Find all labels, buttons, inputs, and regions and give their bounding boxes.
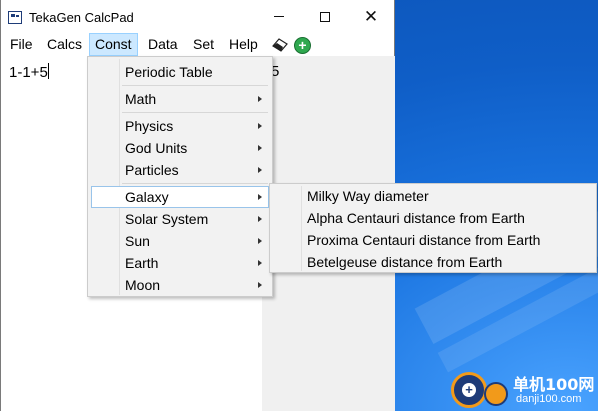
menu-item-label: Physics <box>125 118 174 134</box>
menu-item-label: Math <box>125 91 157 107</box>
close-icon: ✕ <box>363 7 379 26</box>
menu-item-label: God Units <box>125 140 188 156</box>
menu-separator <box>122 85 268 86</box>
menu-item-particles[interactable]: Particles <box>91 159 269 181</box>
menu-separator <box>122 112 268 113</box>
eraser-icon[interactable] <box>272 38 288 52</box>
add-icon[interactable]: + <box>294 37 311 54</box>
minimize-icon <box>274 16 284 17</box>
submenu-arrow-icon <box>258 238 262 244</box>
const-dropdown-menu: Periodic Table Math Physics God Units Pa… <box>87 56 273 297</box>
submenu-arrow-icon <box>258 216 262 222</box>
watermark-logo-icon <box>484 382 508 406</box>
minimize-button[interactable] <box>256 0 302 33</box>
menu-item-solar-system[interactable]: Solar System <box>91 208 269 230</box>
menu-set[interactable]: Set <box>188 33 219 56</box>
window-title: TekaGen CalcPad <box>29 10 134 25</box>
menu-item-label: Galaxy <box>125 189 169 205</box>
watermark-title: 单机100网 <box>513 375 595 394</box>
close-button[interactable]: ✕ <box>348 0 394 33</box>
submenu-arrow-icon <box>258 123 262 129</box>
menu-item-label: Earth <box>125 255 159 271</box>
menu-item-sun[interactable]: Sun <box>91 230 269 252</box>
menu-item-label: Particles <box>125 162 179 178</box>
menu-item-label: Moon <box>125 277 161 293</box>
watermark-plus-icon: + <box>462 383 476 397</box>
menu-calcs[interactable]: Calcs <box>42 33 87 56</box>
menu-icon-gutter <box>301 186 302 271</box>
menu-item-earth[interactable]: Earth <box>91 252 269 274</box>
galaxy-submenu: Milky Way diameter Alpha Centauri distan… <box>269 183 597 273</box>
submenu-item-proxima-centauri[interactable]: Proxima Centauri distance from Earth <box>307 232 540 248</box>
menu-item-moon[interactable]: Moon <box>91 274 269 296</box>
text-caret <box>47 63 49 79</box>
editor-content: 1-1+5 <box>9 63 49 81</box>
menu-data[interactable]: Data <box>143 33 183 56</box>
menu-item-label: Solar System <box>125 211 209 227</box>
menu-item-galaxy[interactable]: Galaxy <box>91 186 269 208</box>
maximize-button[interactable] <box>302 0 348 33</box>
menu-item-label: Periodic Table <box>125 64 213 80</box>
submenu-arrow-icon <box>258 145 262 151</box>
menu-item-physics[interactable]: Physics <box>91 115 269 137</box>
menu-item-god-units[interactable]: God Units <box>91 137 269 159</box>
submenu-arrow-icon <box>258 167 262 173</box>
menu-const[interactable]: Const <box>89 33 138 56</box>
menu-separator <box>122 183 268 184</box>
submenu-arrow-icon <box>258 260 262 266</box>
menu-item-periodic-table[interactable]: Periodic Table <box>91 61 269 83</box>
watermark-logo-icon: + <box>451 372 487 408</box>
menu-item-math[interactable]: Math <box>91 88 269 110</box>
menu-item-label: Sun <box>125 233 150 249</box>
submenu-item-alpha-centauri[interactable]: Alpha Centauri distance from Earth <box>307 210 525 226</box>
submenu-arrow-icon <box>258 282 262 288</box>
menu-help[interactable]: Help <box>224 33 263 56</box>
title-bar[interactable]: TekaGen CalcPad ✕ <box>1 0 394 33</box>
submenu-arrow-icon <box>258 96 262 102</box>
watermark-url: danji100.com <box>516 393 582 405</box>
submenu-item-milky-way-diameter[interactable]: Milky Way diameter <box>307 188 429 204</box>
maximize-icon <box>320 11 330 22</box>
submenu-arrow-icon <box>258 194 262 200</box>
menu-file[interactable]: File <box>5 33 38 56</box>
submenu-item-betelgeuse[interactable]: Betelgeuse distance from Earth <box>307 254 502 270</box>
menu-bar: File Calcs Const Data Set Help <box>1 33 394 56</box>
app-icon[interactable] <box>8 11 22 24</box>
